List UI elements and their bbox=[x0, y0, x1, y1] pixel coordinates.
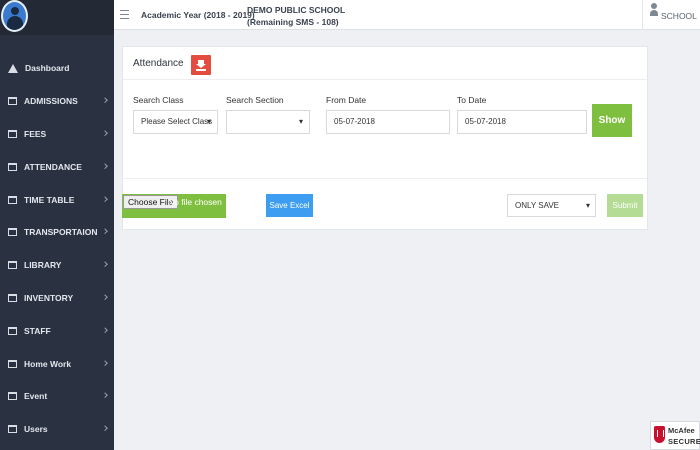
sidebar-item-dashboard[interactable]: Dashboard bbox=[0, 52, 114, 85]
chevron-right-icon bbox=[102, 327, 108, 333]
save-mode-select[interactable]: ONLY SAVE bbox=[507, 194, 596, 217]
attendance-panel: Attendance Search Class Please Select Cl… bbox=[122, 46, 648, 230]
file-upload: Choose File No file chosen bbox=[122, 194, 226, 218]
sidebar-item-transportation[interactable]: TRANSPORTAION bbox=[0, 216, 114, 249]
show-button[interactable]: Show bbox=[592, 104, 632, 137]
panel-header: Attendance bbox=[123, 47, 647, 80]
briefcase-icon bbox=[8, 359, 17, 368]
briefcase-icon bbox=[8, 326, 17, 335]
school-name: DEMO PUBLIC SCHOOL bbox=[247, 5, 346, 15]
sidebar-menu: Dashboard ADMISSIONS FEES ATTENDANCE TIM… bbox=[0, 52, 114, 446]
sidebar-item-library[interactable]: LIBRARY bbox=[0, 249, 114, 282]
submit-button[interactable]: Submit bbox=[607, 194, 643, 217]
briefcase-icon bbox=[8, 129, 17, 138]
download-button[interactable] bbox=[191, 55, 211, 75]
home-icon bbox=[8, 63, 18, 73]
sidebar-item-label: LIBRARY bbox=[24, 260, 62, 271]
search-class-label: Search Class bbox=[133, 95, 184, 105]
chevron-right-icon bbox=[102, 294, 108, 300]
sidebar: Dashboard ADMISSIONS FEES ATTENDANCE TIM… bbox=[0, 0, 114, 450]
sidebar-item-label: ATTENDANCE bbox=[24, 161, 82, 172]
mcafee-secure-badge[interactable]: McAfee SECURE bbox=[650, 421, 700, 450]
from-date-input[interactable]: 05-07-2018 bbox=[326, 110, 450, 134]
briefcase-icon bbox=[8, 162, 17, 171]
chevron-right-icon bbox=[102, 130, 108, 137]
sidebar-item-admissions[interactable]: ADMISSIONS bbox=[0, 85, 114, 118]
from-date-label: From Date bbox=[326, 95, 367, 105]
search-class-select[interactable]: Please Select Class bbox=[133, 110, 218, 134]
save-excel-button[interactable]: Save Excel bbox=[266, 194, 313, 217]
search-section-select[interactable] bbox=[226, 110, 310, 134]
sidebar-item-label: STAFF bbox=[24, 325, 51, 336]
briefcase-icon bbox=[8, 425, 17, 434]
user-menu[interactable]: SCHOOL bbox=[642, 0, 700, 30]
page-title: Attendance bbox=[133, 58, 184, 69]
top-bar: Academic Year (2018 - 2019) DEMO PUBLIC … bbox=[114, 0, 700, 30]
menu-toggle-icon[interactable] bbox=[120, 10, 129, 19]
user-label: SCHOOL bbox=[661, 11, 697, 21]
chevron-right-icon bbox=[102, 425, 108, 432]
sidebar-item-home-work[interactable]: Home Work bbox=[0, 347, 114, 380]
sidebar-item-label: Home Work bbox=[24, 358, 72, 369]
file-status: No file chosen bbox=[168, 197, 222, 207]
to-date-input[interactable]: 05-07-2018 bbox=[457, 110, 587, 134]
chevron-right-icon bbox=[102, 195, 108, 202]
chevron-right-icon bbox=[102, 228, 108, 235]
briefcase-icon bbox=[8, 195, 17, 204]
sidebar-item-time-table[interactable]: TIME TABLE bbox=[0, 183, 114, 216]
sidebar-item-attendance[interactable]: ATTENDANCE bbox=[0, 150, 114, 183]
sidebar-item-staff[interactable]: STAFF bbox=[0, 314, 114, 347]
sidebar-item-label: INVENTORY bbox=[24, 292, 74, 303]
sidebar-item-users[interactable]: Users bbox=[0, 413, 114, 446]
badge-subtitle: SECURE bbox=[668, 437, 700, 446]
briefcase-icon bbox=[8, 97, 17, 106]
divider bbox=[123, 178, 647, 179]
sidebar-item-label: Event bbox=[24, 391, 48, 402]
chevron-right-icon bbox=[102, 97, 108, 104]
briefcase-icon bbox=[8, 228, 17, 237]
sidebar-item-label: ADMISSIONS bbox=[24, 96, 78, 107]
sidebar-item-label: FEES bbox=[24, 128, 47, 139]
sidebar-item-label: TRANSPORTAION bbox=[24, 227, 98, 238]
sidebar-item-event[interactable]: Event bbox=[0, 380, 114, 413]
chevron-right-icon bbox=[102, 261, 108, 268]
sidebar-item-inventory[interactable]: INVENTORY bbox=[0, 282, 114, 315]
chevron-right-icon bbox=[102, 392, 108, 399]
sidebar-item-label: TIME TABLE bbox=[24, 194, 75, 205]
sidebar-header bbox=[0, 0, 114, 35]
briefcase-icon bbox=[8, 392, 17, 401]
mcafee-shield-icon bbox=[654, 426, 665, 443]
briefcase-icon bbox=[8, 293, 17, 302]
school-info: DEMO PUBLIC SCHOOL (Remaining SMS - 108) bbox=[247, 4, 345, 28]
sidebar-item-label: Users bbox=[24, 424, 48, 435]
sidebar-item-fees[interactable]: FEES bbox=[0, 118, 114, 151]
avatar[interactable] bbox=[1, 0, 28, 32]
search-section-label: Search Section bbox=[226, 95, 284, 105]
sms-remaining: (Remaining SMS - 108) bbox=[247, 17, 339, 27]
chevron-right-icon bbox=[102, 359, 108, 366]
sidebar-item-label: Dashboard bbox=[25, 63, 70, 74]
badge-name: McAfee bbox=[668, 426, 695, 435]
chevron-right-icon bbox=[102, 163, 108, 169]
academic-year: Academic Year (2018 - 2019) bbox=[141, 10, 255, 20]
user-icon bbox=[650, 3, 658, 17]
to-date-label: To Date bbox=[457, 95, 487, 105]
briefcase-icon bbox=[8, 261, 17, 270]
